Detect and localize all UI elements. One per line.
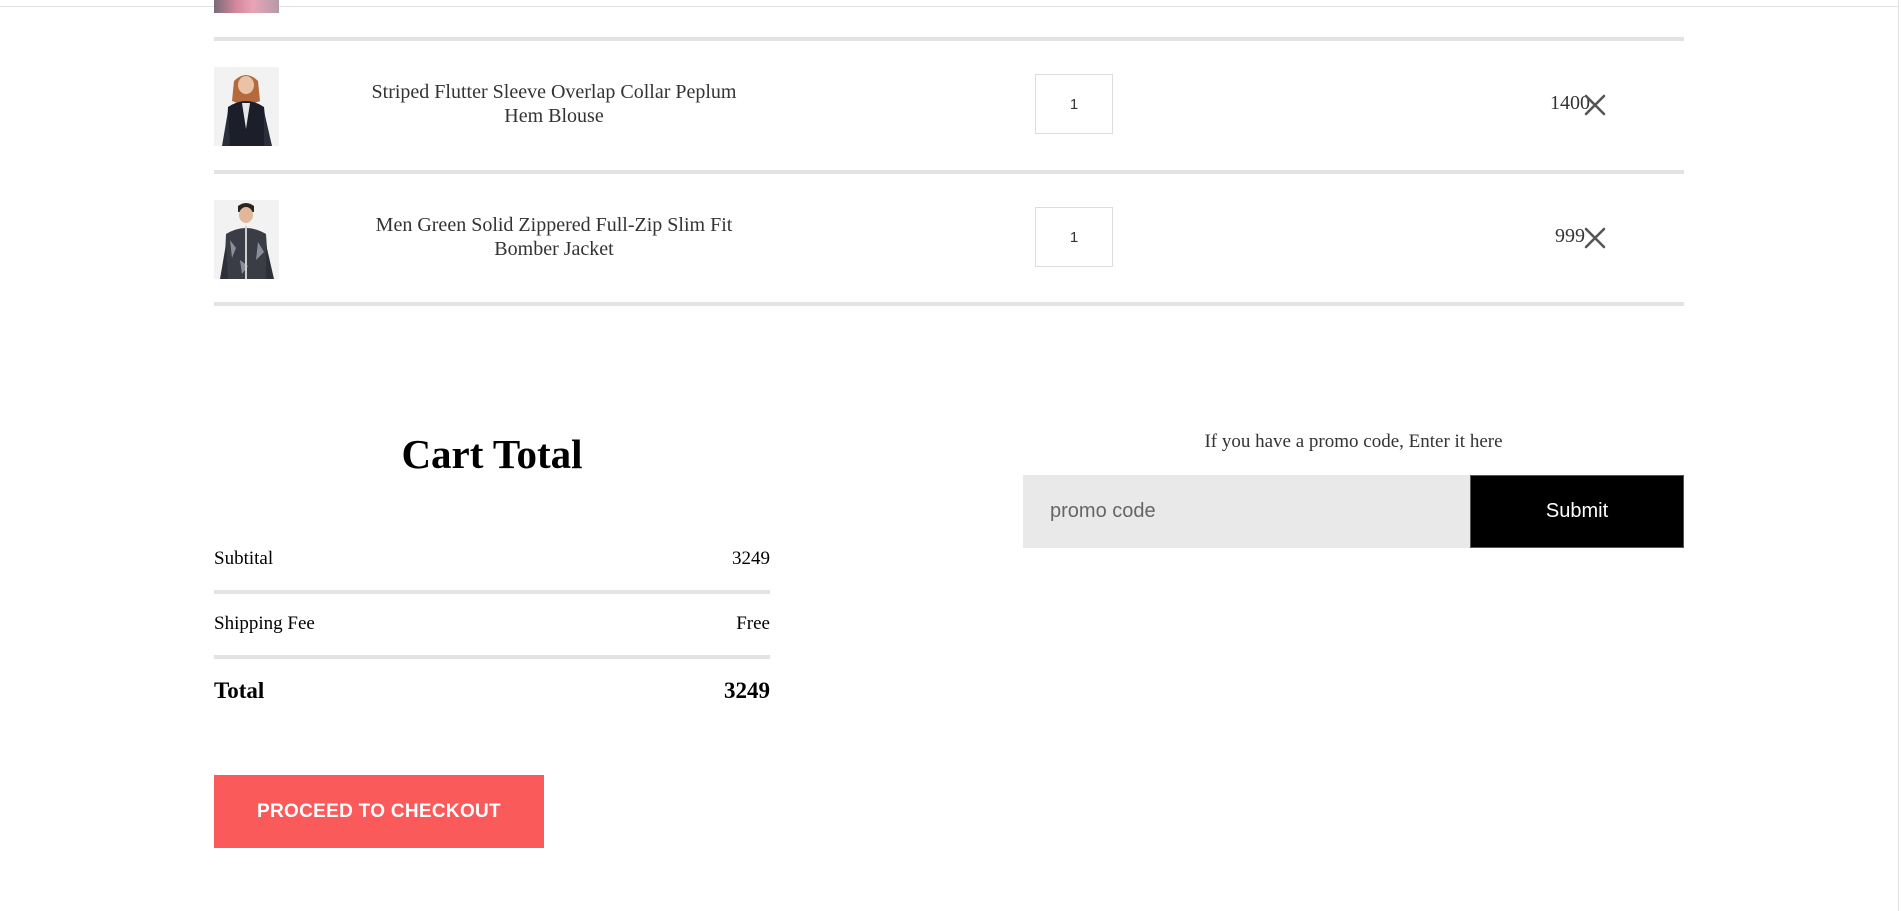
model-photo-icon xyxy=(214,200,279,279)
product-thumbnail[interactable] xyxy=(214,67,279,146)
promo-submit-button[interactable]: Submit xyxy=(1470,475,1684,548)
cart-item-row: Men Green Solid Zippered Full-Zip Slim F… xyxy=(214,174,1684,302)
quantity-input[interactable]: 1 xyxy=(1035,74,1113,134)
promo-code-input[interactable] xyxy=(1023,475,1470,548)
total-row: Total 3249 xyxy=(214,678,770,704)
line-total: 1400 xyxy=(1550,92,1590,114)
close-icon xyxy=(1584,94,1606,116)
line-total: 999 xyxy=(1555,225,1585,247)
total-label: Total xyxy=(214,678,265,703)
proceed-to-checkout-button[interactable]: PROCEED TO CHECKOUT xyxy=(214,775,544,848)
quantity-input[interactable]: 1 xyxy=(1035,207,1113,267)
previous-item-thumbnail xyxy=(214,0,279,13)
promo-instructions: If you have a promo code, Enter it here xyxy=(1204,431,1503,452)
shipping-value: Free xyxy=(736,613,770,634)
product-name[interactable]: Men Green Solid Zippered Full-Zip Slim F… xyxy=(354,213,754,261)
row-divider xyxy=(214,302,1684,306)
subtotal-label: Subtital xyxy=(214,548,274,569)
cart-item-row: Striped Flutter Sleeve Overlap Collar Pe… xyxy=(214,41,1684,169)
close-icon xyxy=(1584,227,1606,249)
product-thumbnail[interactable] xyxy=(214,200,279,279)
scrollbar-track[interactable] xyxy=(1898,0,1899,911)
product-name[interactable]: Striped Flutter Sleeve Overlap Collar Pe… xyxy=(354,80,754,128)
summary-divider xyxy=(214,655,770,659)
header-divider xyxy=(0,6,1898,7)
shipping-label: Shipping Fee xyxy=(214,613,315,634)
total-value: 3249 xyxy=(724,678,770,703)
shipping-row: Shipping Fee Free xyxy=(214,613,770,635)
remove-item-button[interactable] xyxy=(1579,222,1611,254)
model-photo-icon xyxy=(214,67,279,146)
remove-item-button[interactable] xyxy=(1579,89,1611,121)
subtotal-row: Subtital 3249 xyxy=(214,548,770,570)
subtotal-value: 3249 xyxy=(732,548,770,569)
cart-total-title: Cart Total xyxy=(401,431,583,477)
summary-divider xyxy=(214,590,770,594)
